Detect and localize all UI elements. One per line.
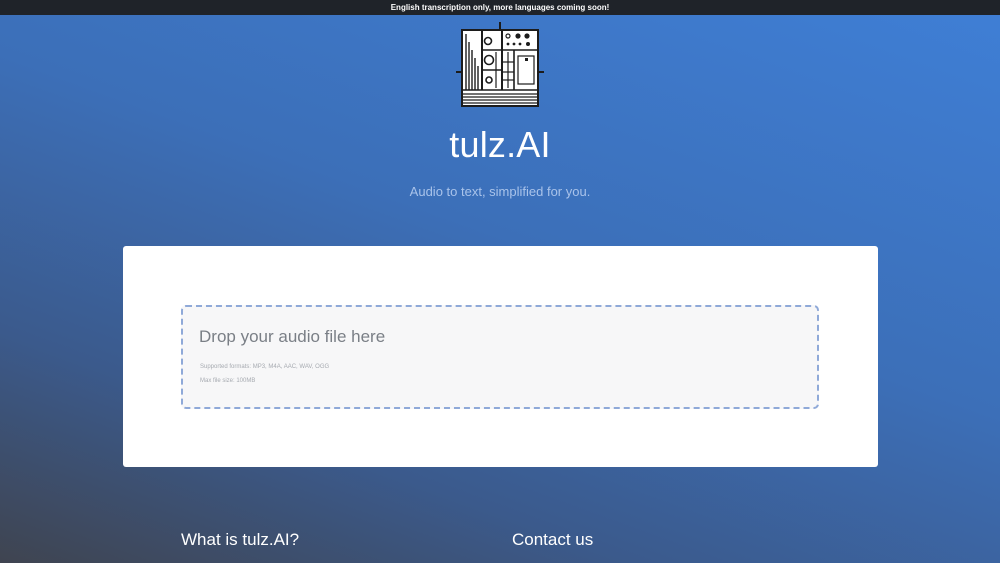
announcement-banner: English transcription only, more languag… xyxy=(0,0,1000,15)
supported-formats-note: Supported formats: MP3, M4A, AAC, WAV, O… xyxy=(200,364,330,370)
dropzone-label: Drop your audio file here xyxy=(199,327,386,346)
modular-synth-logo-icon xyxy=(456,22,544,108)
what-is-heading: What is tulz.AI? xyxy=(181,530,300,549)
contact-heading: Contact us xyxy=(512,530,594,549)
audio-dropzone[interactable]: Drop your audio file here Supported form… xyxy=(181,305,819,409)
tagline: Audio to text, simplified for you. xyxy=(409,184,591,199)
max-file-size-note: Max file size: 100MB xyxy=(200,378,256,384)
upload-card: Drop your audio file here Supported form… xyxy=(123,246,878,467)
brand-title: tulz.AI xyxy=(449,124,551,165)
announcement-text: English transcription only, more languag… xyxy=(390,3,610,12)
